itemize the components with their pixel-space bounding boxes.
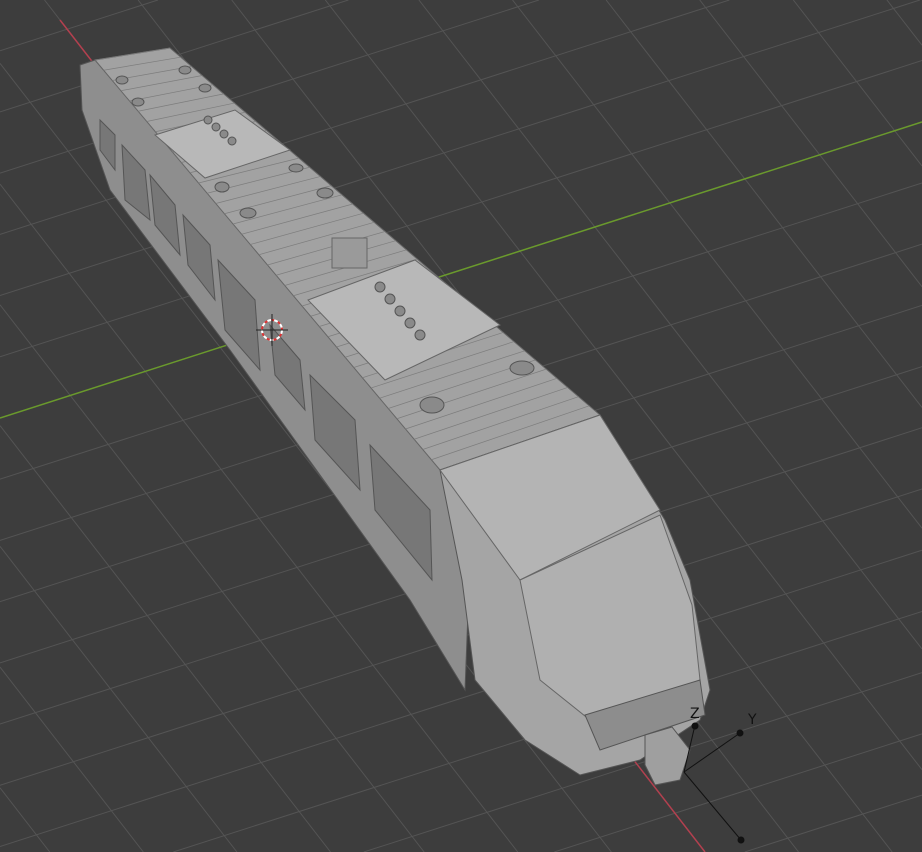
grid-line xyxy=(792,0,922,167)
grid-line xyxy=(886,0,922,46)
grid-line xyxy=(0,546,238,852)
grid-line xyxy=(0,787,51,852)
grid-line xyxy=(605,0,922,408)
coupler xyxy=(644,726,691,786)
grid-line xyxy=(0,425,331,852)
grid-line xyxy=(0,666,144,852)
gizmo-z-label: Z xyxy=(690,706,700,722)
grid-line xyxy=(744,794,922,852)
gizmo-y-label: Y xyxy=(748,712,757,728)
3d-viewport[interactable]: Z Y xyxy=(0,0,922,852)
grid-line xyxy=(0,0,159,52)
viewport-canvas[interactable] xyxy=(0,0,922,852)
object-transform-gizmo[interactable] xyxy=(683,722,745,844)
roof-box xyxy=(331,237,368,269)
